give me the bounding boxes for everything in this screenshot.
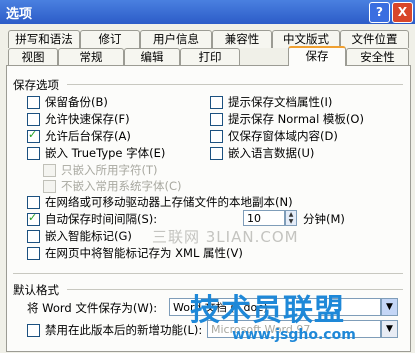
embed-truetype-label: 嵌入 TrueType 字体(E) <box>45 146 166 160</box>
tab-user-info[interactable]: 用户信息 <box>140 30 212 48</box>
disable-features-label: 禁用在此版本后的新增功能(L): <box>45 323 203 337</box>
divider <box>67 84 403 85</box>
save-as-label: 将 Word 文件保存为(W): <box>27 301 158 315</box>
background-save-label: 允许后台保存(A) <box>45 129 131 143</box>
title-bar: 选项 ? X <box>0 0 415 24</box>
autosave-interval-input[interactable]: 10 <box>243 210 285 226</box>
tab-file-locations[interactable]: 文件位置 <box>340 30 409 48</box>
spin-down-icon[interactable]: ▼ <box>286 218 296 225</box>
fast-save-checkbox[interactable] <box>27 113 40 126</box>
embed-used-chars-label: 只嵌入所用字符(T) <box>61 163 158 177</box>
tab-security[interactable]: 安全性 <box>346 48 409 66</box>
smart-tags-xml-checkbox[interactable] <box>27 247 40 260</box>
smart-tags-xml-label: 在网页中将智能标记存为 XML 属性(V) <box>45 246 243 260</box>
spin-up-icon[interactable]: ▲ <box>286 211 296 218</box>
close-button[interactable]: X <box>392 2 413 23</box>
local-copy-checkbox[interactable] <box>27 196 40 209</box>
keep-backup-checkbox[interactable] <box>27 96 40 109</box>
tab-general[interactable]: 常规 <box>58 48 124 66</box>
prompt-normal-template-checkbox[interactable] <box>210 113 223 126</box>
embed-used-chars-checkbox[interactable] <box>43 164 56 177</box>
divider <box>13 273 403 274</box>
local-copy-label: 在网络或可移动驱动器上存储文件的本地副本(N) <box>45 195 293 209</box>
autosave-label: 自动保存时间间隔(S): <box>45 212 158 226</box>
autosave-unit-label: 分钟(M) <box>303 212 345 226</box>
default-format-title: 默认格式 <box>13 283 59 297</box>
embed-language-data-checkbox[interactable] <box>210 147 223 160</box>
tab-print[interactable]: 打印 <box>180 48 240 66</box>
tab-save[interactable]: 保存 <box>288 46 346 66</box>
keep-backup-label: 保留备份(B) <box>45 95 108 109</box>
form-data-only-checkbox[interactable] <box>210 130 223 143</box>
watermark: 技术员联盟 <box>190 293 345 328</box>
embed-smart-tags-label: 嵌入智能标记(G) <box>45 229 132 243</box>
prompt-normal-template-label: 提示保存 Normal 模板(O) <box>228 112 364 126</box>
embed-truetype-checkbox[interactable] <box>27 147 40 160</box>
tab-view[interactable]: 视图 <box>8 48 58 66</box>
autosave-spinner[interactable]: ▲ ▼ <box>285 210 297 226</box>
watermark: www.jsgho.com <box>232 327 356 343</box>
embed-language-data-label: 嵌入语言数据(U) <box>228 146 315 160</box>
prompt-doc-props-label: 提示保存文档属性(I) <box>228 95 333 109</box>
background-save-checkbox[interactable] <box>27 128 40 143</box>
window-title: 选项 <box>6 7 33 22</box>
watermark: 三联网 3LIAN.COM <box>152 228 299 246</box>
no-common-fonts-label: 不嵌入常用系统字体(C) <box>61 179 182 193</box>
form-data-only-label: 仅保存窗体域内容(D) <box>228 129 338 143</box>
tab-compatibility[interactable]: 兼容性 <box>212 30 272 48</box>
prompt-doc-props-checkbox[interactable] <box>210 96 223 109</box>
save-options-title: 保存选项 <box>13 78 59 92</box>
fast-save-label: 允许快速保存(F) <box>45 112 130 126</box>
help-button[interactable]: ? <box>369 2 390 23</box>
no-common-fonts-checkbox[interactable] <box>43 180 56 193</box>
disable-features-checkbox[interactable] <box>27 324 40 337</box>
tab-edit[interactable]: 编辑 <box>124 48 180 66</box>
embed-smart-tags-checkbox[interactable] <box>27 230 40 243</box>
chevron-down-icon[interactable]: ▼ <box>381 298 398 316</box>
autosave-checkbox[interactable] <box>27 211 40 226</box>
chevron-down-icon[interactable]: ▼ <box>381 320 398 338</box>
tab-track-changes[interactable]: 修订 <box>80 30 140 48</box>
tab-spelling-grammar[interactable]: 拼写和语法 <box>8 30 80 48</box>
